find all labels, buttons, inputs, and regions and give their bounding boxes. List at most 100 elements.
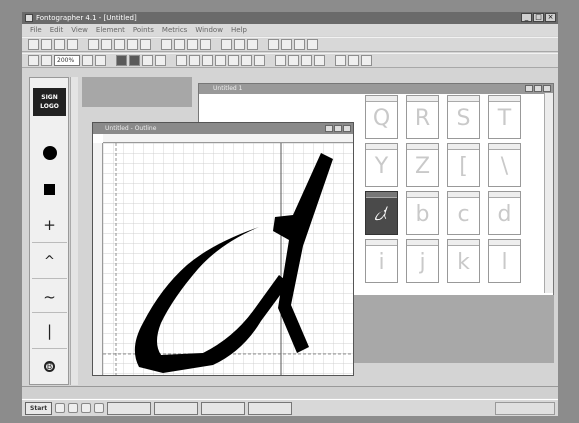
grid-icon[interactable] <box>176 55 187 66</box>
generate-font-icon[interactable] <box>307 39 318 50</box>
line-tool[interactable]: | <box>33 316 66 346</box>
align-right-icon[interactable] <box>294 39 305 50</box>
taskbar-item-3[interactable] <box>201 401 246 415</box>
glyph-cell[interactable]: b <box>406 191 439 235</box>
outline-window-maximize[interactable] <box>334 125 342 132</box>
menu-points[interactable]: Points <box>133 24 154 36</box>
tangent-icon[interactable] <box>254 55 265 66</box>
open-icon[interactable] <box>41 39 52 50</box>
font-window-minimize[interactable] <box>525 85 533 92</box>
square-tool[interactable] <box>33 174 66 204</box>
fill-icon[interactable] <box>335 55 346 66</box>
rotate-icon[interactable] <box>275 55 286 66</box>
undo-icon[interactable] <box>127 39 138 50</box>
maximize-button[interactable]: □ <box>533 13 544 22</box>
glyph-cell[interactable]: Y <box>365 143 398 187</box>
paste-icon[interactable] <box>114 39 125 50</box>
menu-metrics[interactable]: Metrics <box>162 24 187 36</box>
wave-icon: ~ <box>43 287 56 306</box>
curve-icon[interactable] <box>241 55 252 66</box>
taskbar-item-1[interactable] <box>107 401 152 415</box>
corner-tool[interactable]: B <box>33 351 66 381</box>
link-icon[interactable] <box>221 39 232 50</box>
glyph-cell[interactable]: \ <box>488 143 521 187</box>
metrics-icon[interactable] <box>234 39 245 50</box>
plus-tool[interactable]: + <box>33 210 66 240</box>
glyph-cell[interactable]: S <box>447 95 480 139</box>
quicklaunch-ie-icon[interactable] <box>55 403 66 413</box>
merge-icon[interactable] <box>174 39 185 50</box>
glyph-cell[interactable]: Q <box>365 95 398 139</box>
ruler-icon[interactable] <box>202 55 213 66</box>
glyph-cell[interactable]: j <box>406 239 439 283</box>
menu-file[interactable]: File <box>30 24 42 36</box>
menu-edit[interactable]: Edit <box>50 24 64 36</box>
glyph-cell[interactable]: k <box>447 239 480 283</box>
glyph-cell[interactable]: c <box>447 191 480 235</box>
align-left-icon[interactable] <box>268 39 279 50</box>
glyph-canvas[interactable] <box>103 143 353 375</box>
menu-view[interactable]: View <box>71 24 88 36</box>
hand-icon[interactable] <box>82 55 93 66</box>
glyph-cell[interactable]: [ <box>447 143 480 187</box>
quicklaunch-app-icon[interactable] <box>94 403 105 413</box>
arrow-icon[interactable] <box>142 55 153 66</box>
glyph-cell[interactable]: i <box>365 239 398 283</box>
zoom-in-icon[interactable] <box>28 55 39 66</box>
taskbar-item-4[interactable] <box>248 401 293 415</box>
save-icon[interactable] <box>54 39 65 50</box>
new-icon[interactable] <box>28 39 39 50</box>
simplify-icon[interactable] <box>187 39 198 50</box>
glyph-cell-character: Y <box>374 154 389 179</box>
outline-window-minimize[interactable] <box>325 125 333 132</box>
glyph-cell[interactable]: d <box>488 191 521 235</box>
menu-element[interactable]: Element <box>96 24 125 36</box>
menu-help[interactable]: Help <box>231 24 247 36</box>
point-icon[interactable] <box>228 55 239 66</box>
wave-tool[interactable]: ~ <box>33 282 66 312</box>
zoom-out-icon[interactable] <box>41 55 52 66</box>
reflect-icon[interactable] <box>288 55 299 66</box>
transform-icon[interactable] <box>161 39 172 50</box>
close-button[interactable]: × <box>545 13 556 22</box>
glyph-cell[interactable]: Z <box>406 143 439 187</box>
outline-window-close[interactable] <box>343 125 351 132</box>
scale-icon[interactable] <box>314 55 325 66</box>
print-icon[interactable] <box>67 39 78 50</box>
quicklaunch-mail-icon[interactable] <box>81 403 92 413</box>
guides-icon[interactable] <box>189 55 200 66</box>
knife-icon[interactable] <box>155 55 166 66</box>
sign-logo-button[interactable]: SIGN LOGO <box>33 88 66 116</box>
start-button[interactable]: Start <box>25 401 53 415</box>
align-center-icon[interactable] <box>281 39 292 50</box>
redo-icon[interactable] <box>140 39 151 50</box>
minimize-button[interactable]: _ <box>521 13 532 22</box>
glyph-cell[interactable]: T <box>488 95 521 139</box>
menu-window[interactable]: Window <box>195 24 223 36</box>
font-window-close[interactable] <box>543 85 551 92</box>
kerning-icon[interactable] <box>247 39 258 50</box>
zoom-field[interactable]: 200% <box>54 55 80 66</box>
font-window-maximize[interactable] <box>534 85 542 92</box>
circle-tool[interactable] <box>33 138 66 168</box>
cut-icon[interactable] <box>88 39 99 50</box>
font-window-scrollbar[interactable] <box>544 93 553 293</box>
status-bar <box>22 386 558 398</box>
clean-up-icon[interactable] <box>200 39 211 50</box>
copy-icon[interactable] <box>101 39 112 50</box>
snap-icon[interactable] <box>215 55 226 66</box>
glyph-cell[interactable]: l <box>488 239 521 283</box>
caret-tool[interactable]: ^ <box>33 246 66 276</box>
quicklaunch-desktop-icon[interactable] <box>68 403 79 413</box>
glyph-cell-character: Q <box>372 106 391 131</box>
taskbar-item-2[interactable] <box>154 401 199 415</box>
glyph-cell-selected[interactable] <box>365 191 398 235</box>
pointer-icon[interactable] <box>116 55 127 66</box>
palette-scrollbar[interactable] <box>70 77 78 385</box>
glyph-cell[interactable]: R <box>406 95 439 139</box>
skew-icon[interactable] <box>301 55 312 66</box>
preview-icon[interactable] <box>361 55 372 66</box>
stroke-icon[interactable] <box>348 55 359 66</box>
select-icon[interactable] <box>129 55 140 66</box>
magnify-icon[interactable] <box>95 55 106 66</box>
